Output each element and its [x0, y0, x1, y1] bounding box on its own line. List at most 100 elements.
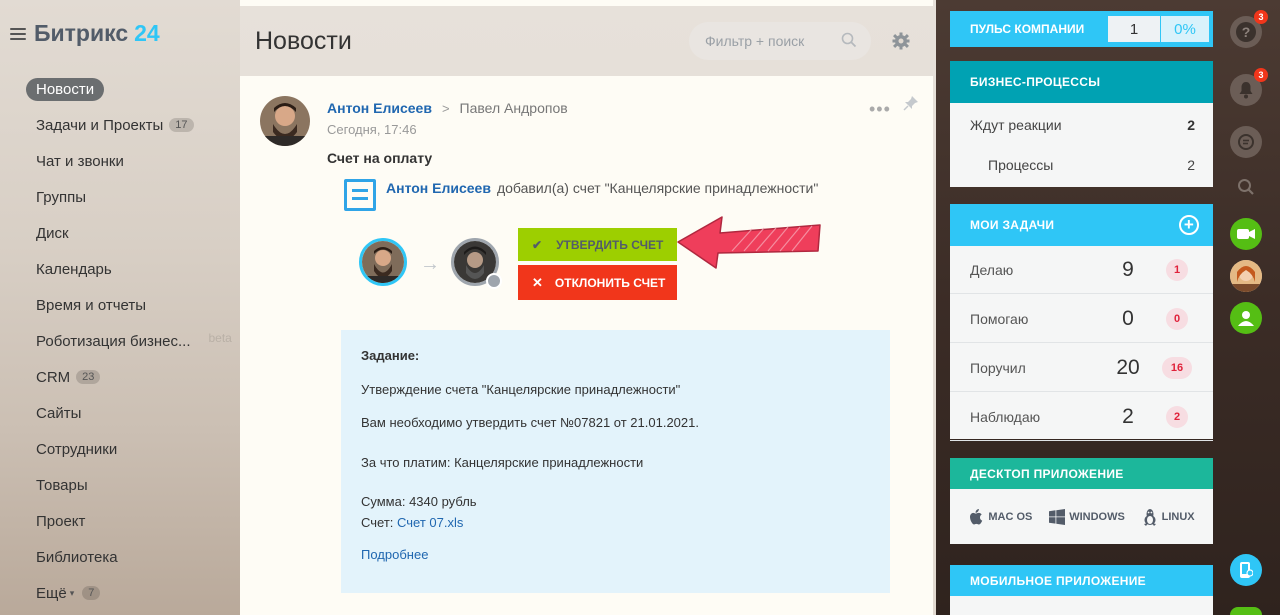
rail-search-button[interactable] [1230, 171, 1262, 203]
page-title: Новости [255, 27, 352, 55]
user-avatar-button[interactable] [1230, 260, 1262, 292]
mobile-app-button[interactable] [1230, 554, 1262, 586]
logo-name[interactable]: Битрикс [34, 20, 128, 47]
windows-link[interactable]: WINDOWS [1049, 508, 1125, 525]
post-author-row: Антон Елисеев > Павел Андропов [327, 100, 568, 116]
nav-item-groups[interactable]: Группы [26, 179, 236, 215]
task-line-file: Счет: Счет 07.xls [361, 515, 463, 530]
linux-link[interactable]: LINUX [1142, 508, 1195, 526]
mobile-body [950, 596, 1213, 615]
decline-label: ОТКЛОНИТЬ СЧЕТ [554, 275, 666, 290]
nav-item-time[interactable]: Время и отчеты [26, 287, 236, 323]
beta-label: beta [208, 331, 232, 345]
bp-row-processes[interactable]: Процессы 2 [988, 157, 1195, 173]
nav-count-badge: 23 [76, 370, 101, 384]
chevron-down-icon: ▾ [69, 587, 75, 598]
add-task-icon[interactable]: + [1179, 215, 1199, 235]
clock-icon [486, 273, 502, 289]
post-time[interactable]: Сегодня, 17:46 [327, 122, 417, 137]
invoice-author-link[interactable]: Антон Елисеев [386, 180, 491, 196]
tasks-header[interactable]: МОИ ЗАДАЧИ + [950, 204, 1213, 246]
contacts-button[interactable] [1230, 302, 1262, 334]
more-options-icon[interactable]: ••• [869, 99, 891, 120]
task-line-sum: Сумма: 4340 рубль [361, 494, 477, 509]
task-row-count: 20 [1116, 355, 1140, 379]
decline-invoice-button[interactable]: ✕ ОТКЛОНИТЬ СЧЕТ [518, 265, 677, 300]
notifications-button[interactable]: 3 [1230, 68, 1268, 106]
pin-icon[interactable] [903, 95, 919, 111]
bp-body: Ждут реакции 2 Процессы 2 [950, 103, 1213, 187]
task-line-request: Вам необходимо утвердить счет №07821 от … [361, 415, 699, 430]
search-input[interactable]: Фильтр + поиск [689, 22, 871, 60]
nav-item-calendar[interactable]: Календарь [26, 251, 236, 287]
help-badge: 3 [1254, 10, 1268, 24]
search-placeholder: Фильтр + поиск [705, 33, 805, 49]
nav-item-crm[interactable]: CRM 23 [26, 359, 236, 395]
invoice-activity-text: добавил(а) счет "Канцелярские принадлежн… [496, 180, 819, 196]
task-row-watching[interactable]: Наблюдаю 2 2 [950, 393, 1213, 441]
nav-item-employees[interactable]: Сотрудники [26, 431, 236, 467]
invoice-activity: Антон Елисеев добавил(а) счет "Канцелярс… [386, 180, 818, 196]
task-details: Задание: Утверждение счета "Канцелярские… [341, 330, 890, 593]
apple-icon [970, 508, 983, 524]
search-icon [1238, 179, 1254, 195]
nav-count-badge: 7 [82, 586, 101, 600]
nav-item-library[interactable]: Библиотека [26, 539, 236, 575]
approve-invoice-button[interactable]: ✔ УТВЕРДИТЬ СЧЕТ [518, 228, 677, 261]
nav-item-products[interactable]: Товары [26, 467, 236, 503]
messenger-button[interactable] [1230, 126, 1262, 158]
post-author-link[interactable]: Антон Елисеев [327, 100, 432, 116]
video-camera-icon [1237, 229, 1255, 239]
my-tasks-widget: МОИ ЗАДАЧИ + Делаю 9 1 Помогаю 0 0 Поруч… [950, 204, 1213, 441]
nav-item-project[interactable]: Проект [26, 503, 236, 539]
task-file-label: Счет: [361, 515, 394, 530]
gear-icon[interactable] [891, 31, 911, 51]
rail-extra-button[interactable] [1230, 607, 1262, 615]
notifications-badge: 3 [1254, 68, 1268, 82]
task-file-link[interactable]: Счет 07.xls [397, 515, 463, 530]
nav-item-sites[interactable]: Сайты [26, 395, 236, 431]
task-row-badge: 16 [1162, 356, 1192, 379]
bell-icon [1239, 82, 1253, 99]
desktop-header: ДЕСКТОП ПРИЛОЖЕНИЕ [950, 458, 1213, 489]
task-row-doing[interactable]: Делаю 9 1 [950, 246, 1213, 294]
pulse-widget[interactable]: ПУЛЬС КОМПАНИИ 1 0% [950, 11, 1213, 47]
task-row-count: 0 [1122, 306, 1134, 330]
task-heading: Задание: [361, 348, 420, 363]
bp-row-label: Ждут реакции [970, 117, 1062, 133]
bp-row-value: 2 [1187, 157, 1195, 173]
task-row-count: 9 [1122, 257, 1134, 281]
desktop-app-widget: ДЕСКТОП ПРИЛОЖЕНИЕ MAC OS WINDOWS LINUX [950, 458, 1213, 544]
windows-icon [1049, 508, 1066, 525]
check-icon: ✔ [532, 237, 543, 252]
task-row-helping[interactable]: Помогаю 0 0 [950, 295, 1213, 343]
tasks-body: Делаю 9 1 Помогаю 0 0 Поручил 20 16 Набл… [950, 246, 1213, 441]
bp-header[interactable]: БИЗНЕС-ПРОЦЕССЫ [950, 61, 1213, 103]
task-row-label: Наблюдаю [970, 408, 1041, 425]
chevron-right-icon: > [441, 100, 450, 116]
post-recipient[interactable]: Павел Андропов [460, 100, 568, 116]
task-row-assigned[interactable]: Поручил 20 16 [950, 344, 1213, 392]
bp-row-awaiting[interactable]: Ждут реакции 2 [970, 117, 1195, 133]
nav-item-disk[interactable]: Диск [26, 215, 236, 251]
nav-item-news[interactable]: Новости [26, 71, 236, 107]
logo-number[interactable]: 24 [134, 20, 160, 47]
nav-item-more[interactable]: Ещё ▾ 7 [26, 575, 236, 611]
task-line-title: Утверждение счета "Канцелярские принадле… [361, 382, 681, 397]
task-row-label: Делаю [970, 261, 1014, 278]
approver-avatar-current[interactable] [359, 238, 407, 286]
linux-icon [1143, 508, 1156, 526]
previous-post-edge [240, 0, 933, 6]
help-button[interactable]: ? 3 [1230, 10, 1268, 48]
nav-item-chat[interactable]: Чат и звонки [26, 143, 236, 179]
task-more-link[interactable]: Подробнее [361, 547, 428, 562]
pulse-percent: 0% [1161, 16, 1209, 42]
video-call-button[interactable] [1230, 218, 1262, 250]
nav-item-robotization[interactable]: Роботизация бизнес... beta [26, 323, 236, 359]
approve-label: УТВЕРДИТЬ СЧЕТ [556, 237, 664, 252]
nav-item-tasks[interactable]: Задачи и Проекты 17 [26, 107, 236, 143]
mac-os-link[interactable]: MAC OS [968, 508, 1032, 526]
post-subject: Счет на оплату [327, 150, 433, 166]
author-avatar[interactable] [260, 96, 310, 146]
menu-icon[interactable] [10, 27, 26, 40]
